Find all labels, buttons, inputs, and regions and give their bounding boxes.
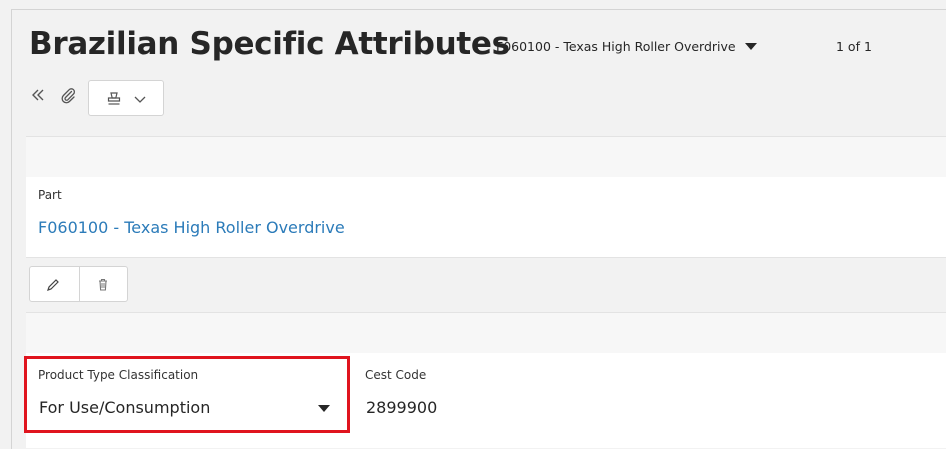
chevron-down-icon bbox=[134, 96, 146, 103]
cest-code-label: Cest Code bbox=[365, 368, 427, 382]
actions-menu-button[interactable] bbox=[88, 80, 164, 116]
record-selector-label: F060100 - Texas High Roller Overdrive bbox=[496, 39, 736, 54]
record-actions-group bbox=[29, 266, 128, 302]
double-chevron-left-icon[interactable] bbox=[30, 87, 46, 103]
toolbar-divider bbox=[79, 267, 80, 301]
cest-code-value[interactable]: 2899900 bbox=[366, 398, 437, 417]
part-link[interactable]: F060100 - Texas High Roller Overdrive bbox=[38, 218, 345, 237]
pencil-icon[interactable] bbox=[45, 277, 61, 293]
part-panel-header bbox=[26, 136, 946, 178]
record-count: 1 of 1 bbox=[836, 39, 872, 54]
paperclip-icon[interactable] bbox=[59, 86, 77, 104]
trash-icon[interactable] bbox=[95, 277, 111, 293]
page-title: Brazilian Specific Attributes bbox=[29, 26, 510, 62]
product-type-select[interactable]: For Use/Consumption bbox=[38, 393, 344, 419]
product-type-label: Product Type Classification bbox=[38, 368, 199, 382]
stamp-icon bbox=[107, 92, 121, 105]
record-selector-dropdown[interactable]: F060100 - Texas High Roller Overdrive bbox=[496, 39, 757, 54]
part-label: Part bbox=[38, 188, 62, 202]
caret-down-icon bbox=[318, 405, 330, 412]
product-type-value: For Use/Consumption bbox=[39, 398, 211, 417]
attributes-panel-header bbox=[26, 312, 946, 354]
part-panel bbox=[26, 177, 946, 257]
caret-down-icon bbox=[744, 43, 757, 50]
